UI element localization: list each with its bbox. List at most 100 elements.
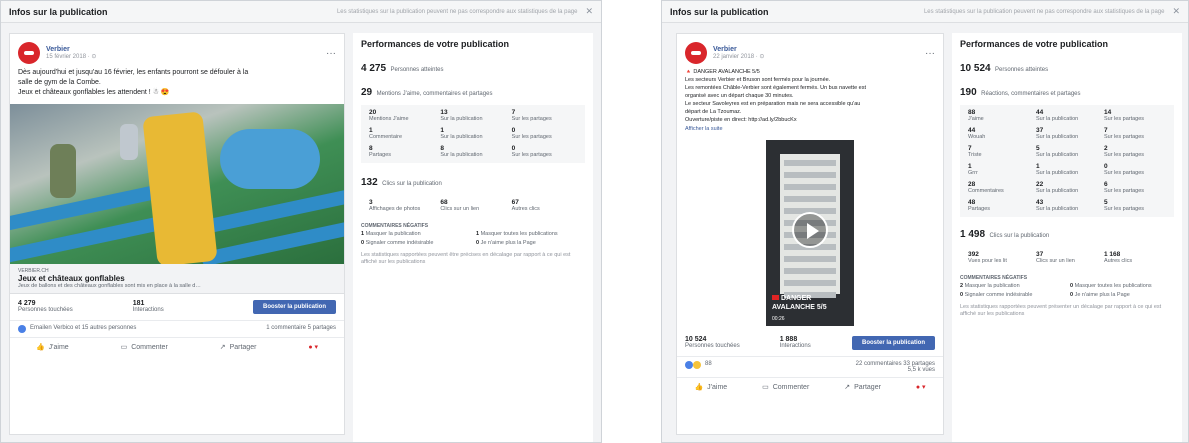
metric-cell: 7 Sur les partages xyxy=(1104,127,1166,141)
like-reaction-icon[interactable] xyxy=(685,361,693,369)
like-reaction-icon[interactable] xyxy=(18,325,26,333)
negative-feedback-label: Je n'aime plus la Page xyxy=(1074,292,1130,298)
comment-icon: ▭ xyxy=(120,344,128,351)
metric-cell: 0 Sur les partages xyxy=(1104,163,1166,177)
post-date[interactable]: 22 janvier 2018 · ⊙ xyxy=(713,53,925,60)
comments-shares-count[interactable]: 1 commentaire 5 partages xyxy=(266,325,336,333)
wow-reaction-icon[interactable] xyxy=(693,361,701,369)
metric-value: 1 xyxy=(1036,163,1040,170)
interactions-value: 1 888 xyxy=(779,336,798,343)
close-icon[interactable]: ✕ xyxy=(1172,6,1180,17)
metric-label: Mentions J'aime xyxy=(369,116,409,122)
metric-value: 43 xyxy=(1036,199,1044,206)
metric-value: 48 xyxy=(968,199,976,206)
performance-panel: Performances de votre publication 10 524… xyxy=(952,33,1182,442)
more-options-icon[interactable]: ··· xyxy=(326,48,336,59)
play-icon[interactable] xyxy=(792,212,828,248)
dialog-hint: Les statistiques sur la publication peuv… xyxy=(923,8,1165,15)
metric-value: 37 xyxy=(1036,251,1044,258)
more-options-icon[interactable]: ··· xyxy=(925,48,935,59)
post-date[interactable]: 15 février 2018 · ⊙ xyxy=(46,53,326,60)
people-reached-label: Personnes touchées xyxy=(685,343,740,349)
negative-feedback-value: 0 xyxy=(1070,292,1074,298)
metric-label: Sur la publication xyxy=(440,152,483,158)
metric-label: Sur les partages xyxy=(1104,188,1145,194)
metric-value: 44 xyxy=(1036,109,1044,116)
metric-label: Sur la publication xyxy=(1036,152,1079,158)
reactions-text[interactable]: Emailen Verbico et 15 autres personnes xyxy=(30,325,266,333)
metric-value: 5 xyxy=(1036,145,1040,152)
negative-feedback-item: 0 Signaler comme indésirable xyxy=(960,292,1064,298)
negative-feedback-label: Masquer la publication xyxy=(964,283,1020,289)
metric-label: Sur la publication xyxy=(1036,188,1079,194)
avatar[interactable] xyxy=(18,42,40,64)
page-name[interactable]: Verbier xyxy=(46,46,326,53)
metric-label: Autres clics xyxy=(511,206,540,212)
boost-post-button[interactable]: Booster la publication xyxy=(851,336,935,350)
post-text-line: départ de La Tzoumaz. xyxy=(685,109,742,115)
post-image[interactable] xyxy=(10,104,344,264)
like-button[interactable]: 👍 J'aime xyxy=(36,343,69,351)
share-icon: ↗ xyxy=(844,384,851,391)
clicks-breakdown: 3 Affichages de photos 68 Clics sur un lien… xyxy=(361,195,585,217)
interactions-label: Interactions xyxy=(132,307,164,313)
engagement-breakdown: 20 Mentions J'aime 13 Sur la publication 7 Su… xyxy=(361,105,585,163)
reach-value: 10 524 xyxy=(960,63,991,74)
engagement-value: 29 xyxy=(361,87,373,98)
metric-cell: 43 Sur la publication xyxy=(1036,199,1098,213)
metric-value: 37 xyxy=(1036,127,1044,134)
metric-cell: 1 Grrr xyxy=(968,163,1030,177)
see-more-link[interactable]: Afficher la suite xyxy=(685,126,723,132)
metric-cell: 48 Partages xyxy=(968,199,1030,213)
share-button[interactable]: ↗ Partager xyxy=(220,343,257,351)
dialog-body: Verbier 22 janvier 2018 · ⊙ ··· 🔺 DANGER… xyxy=(662,23,1188,442)
clicks-label: Clics sur la publication xyxy=(382,181,442,187)
comment-button[interactable]: ▭ Commenter xyxy=(762,383,809,391)
page-switcher-icon[interactable]: ● ▾ xyxy=(916,383,926,391)
metric-label: Autres clics xyxy=(1104,258,1133,264)
metric-label: Sur la publication xyxy=(1036,206,1079,212)
dialog-titlebar: Infos sur la publication Les statistique… xyxy=(1,1,601,23)
metric-cell: 44 Sur la publication xyxy=(1036,109,1098,123)
metric-value: 44 xyxy=(968,127,976,134)
like-button[interactable]: 👍 J'aime xyxy=(694,383,727,391)
negative-feedback-label: Masquer la publication xyxy=(365,231,421,237)
post-card: Verbier 15 février 2018 · ⊙ ··· Dès aujo… xyxy=(9,33,345,435)
post-text-line: salle de gym de la Combe. xyxy=(18,79,101,86)
post-text-line: organisé avec un départ chaque 30 minute… xyxy=(685,93,794,99)
metric-label: Sur les partages xyxy=(511,116,552,122)
metric-value: 1 xyxy=(440,127,444,134)
metric-value: 0 xyxy=(1104,163,1108,170)
boost-post-button[interactable]: Booster la publication xyxy=(252,300,336,314)
metric-value: 8 xyxy=(369,145,373,152)
share-label: Partager xyxy=(229,344,257,351)
dialog-body: Verbier 15 février 2018 · ⊙ ··· Dès aujo… xyxy=(1,23,601,442)
metric-value: 67 xyxy=(511,199,519,206)
close-icon[interactable]: ✕ xyxy=(585,6,593,17)
metric-label: Sur les partages xyxy=(1104,152,1145,158)
post-video[interactable]: DANGER AVALANCHE 5/5 00:26 xyxy=(766,140,854,326)
comment-button[interactable]: ▭ Commenter xyxy=(121,343,168,351)
post-card: Verbier 22 janvier 2018 · ⊙ ··· 🔺 DANGER… xyxy=(676,33,944,435)
reactions-text[interactable]: 88 xyxy=(705,361,856,373)
metric-label: Clics sur un lien xyxy=(1036,258,1075,264)
metric-label: Vues pour les lit xyxy=(968,258,1007,264)
page-switcher-icon[interactable]: ● ▾ xyxy=(308,343,318,351)
link-preview[interactable]: VERBIER.CH Jeux et châteaux gonflables J… xyxy=(10,264,344,294)
metric-value: 392 xyxy=(968,251,979,258)
avatar[interactable] xyxy=(685,42,707,64)
people-reached-label: Personnes touchées xyxy=(18,307,73,313)
post-text-line: Les remontées Châble-Verbier sont égalem… xyxy=(685,85,866,91)
metric-value: 1 xyxy=(369,127,373,134)
post-text-line: Dès aujourd'hui et jusqu'au 16 février, … xyxy=(18,69,249,76)
page-name[interactable]: Verbier xyxy=(713,46,925,53)
comment-label: Commenter xyxy=(131,344,168,351)
metric-cell: 14 Sur les partages xyxy=(1104,109,1166,123)
metric-cell: 0 Sur les partages xyxy=(512,127,577,141)
reach-value: 4 275 xyxy=(361,63,387,74)
negative-feedback-item: 0 Je n'aime plus la Page xyxy=(476,240,585,246)
thumbs-up-icon: 👍 xyxy=(35,344,45,351)
views-count[interactable]: 5,5 k vues xyxy=(908,367,935,373)
share-button[interactable]: ↗ Partager xyxy=(844,383,881,391)
metric-cell: 392 Vues pour les lit xyxy=(968,251,1030,265)
